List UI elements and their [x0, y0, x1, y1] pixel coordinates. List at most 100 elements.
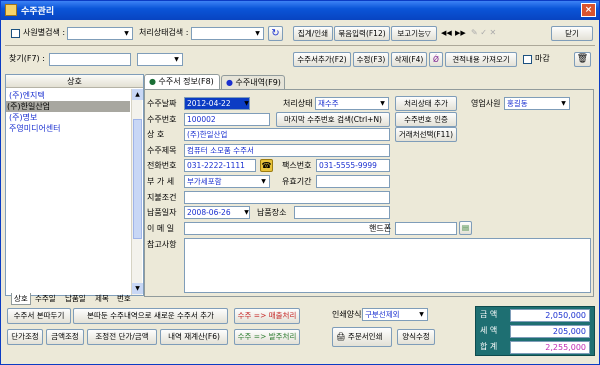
employee-search-select[interactable]: ▼ [67, 27, 133, 40]
select-client-button[interactable]: 거래처선택(F11) [395, 127, 457, 142]
phone-icon[interactable]: ☎ [260, 159, 273, 172]
sort-tab-company[interactable]: 상호 [11, 293, 31, 305]
status-value: 재수주 [318, 99, 339, 108]
order-to-sales-button[interactable]: 수주 => 매출처리 [234, 308, 300, 324]
status-search-select[interactable]: ▼ [191, 27, 264, 40]
fax-input[interactable]: 031-5555-9999 [316, 159, 390, 172]
list-item-selected[interactable]: (주)한일산업 [6, 101, 130, 112]
vat-select[interactable]: 부가세포함 ▼ [184, 175, 270, 188]
status-search-label: 처리상태검색 : [139, 28, 189, 37]
chevron-down-icon: ▼ [419, 311, 424, 318]
quote-icon[interactable]: Ǿ [429, 52, 443, 67]
new-from-copied-order-button[interactable]: 본따둔 수주내역으로 새로운 수주서 추가 [73, 308, 228, 324]
notes-label: 참고사항 [147, 240, 177, 249]
calendar-dropdown-icon[interactable]: ▼ [242, 99, 251, 108]
title-bar: 수주관리 × [1, 1, 599, 20]
tab-order-info[interactable]: ● 수주서 정보(F8) [144, 74, 220, 89]
payment-input[interactable] [184, 191, 390, 204]
unit-price-adjust-button[interactable]: 단가조정 [7, 329, 43, 345]
print-style-select[interactable]: 구분선제외 ▼ [362, 308, 428, 321]
amount-value: 2,050,000 [510, 309, 590, 322]
delete-button[interactable]: 삭제(F4) [391, 52, 427, 67]
tab-order-details[interactable]: ● 수주내역(F9) [221, 75, 285, 89]
amount-adjust-button[interactable]: 금액조정 [46, 329, 84, 345]
sort-tab-number[interactable]: 번호 [115, 293, 133, 304]
order-to-purchase-button[interactable]: 수주 => 발주처리 [234, 329, 300, 345]
print-style-label: 인쇄양식 [332, 310, 362, 319]
sort-tab-title[interactable]: 제목 [93, 293, 111, 304]
edit-style-button[interactable]: 양식수정 [397, 329, 435, 345]
employee-search-label: 사원별검색 : [23, 28, 66, 37]
tab-order-details-label: 수주내역(F9) [235, 78, 281, 87]
tab-icon: ● [226, 78, 233, 87]
order-date-input[interactable]: 2012-04-22 [184, 97, 250, 110]
sales-rep-value: 홍길동 [507, 99, 528, 108]
report-menu-button[interactable]: 보고기능▽ [391, 26, 437, 41]
trash-icon[interactable]: 🗑 [574, 52, 591, 67]
close-button[interactable]: 닫기 [551, 26, 593, 41]
scroll-up-icon[interactable]: ▲ [132, 89, 143, 100]
notes-textarea[interactable] [184, 238, 591, 293]
company-input[interactable]: (주)한일산업 [184, 128, 390, 141]
email-input[interactable] [184, 222, 390, 235]
verify-order-button[interactable]: 수주번호 인증 [395, 112, 457, 127]
validity-input[interactable] [316, 175, 390, 188]
mobile-input[interactable] [395, 222, 457, 235]
list-scrollbar[interactable]: ▲ ▼ [131, 89, 143, 295]
refresh-icon[interactable]: ↻ [268, 26, 283, 41]
close-window-button[interactable]: × [581, 3, 596, 17]
address-book-icon[interactable]: ▤ [459, 221, 472, 235]
chevron-down-icon: ▼ [261, 178, 266, 185]
copy-order-button[interactable]: 수주서 본따두기 [7, 308, 71, 324]
employee-search-checkbox[interactable] [11, 29, 20, 38]
window-title: 수주관리 [21, 7, 55, 17]
status-select[interactable]: 재수주 ▼ [315, 97, 389, 110]
pre-adjust-price-button[interactable]: 조정전 단가/금액 [87, 329, 157, 345]
delivery-place-input[interactable] [294, 206, 390, 219]
sort-tab-order-date[interactable]: 수주일 [33, 293, 58, 304]
add-status-button[interactable]: 처리상태 추가 [395, 96, 457, 111]
deadline-checkbox[interactable] [523, 55, 532, 64]
sales-rep-select[interactable]: 홍길동 ▼ [504, 97, 570, 110]
sort-tab-delivery-date[interactable]: 납품일 [63, 293, 88, 304]
app-icon [5, 4, 17, 16]
recalculate-button[interactable]: 내역 재계산(F6) [160, 329, 228, 345]
email-label: 이 메 일 [147, 224, 175, 233]
list-item[interactable]: (주)엔지텍 [8, 90, 128, 101]
nav-last-icon[interactable]: ▶▶ [455, 27, 466, 39]
edit-button[interactable]: 수정(F3) [353, 52, 389, 67]
aggregate-print-button[interactable]: 집계/인쇄 [293, 26, 333, 41]
sum-label: 합 계 [480, 342, 498, 351]
totals-panel: 금 액 2,050,000 세 액 205,000 합 계 2,255,000 [475, 306, 595, 356]
chevron-down-icon: ▼ [255, 30, 260, 37]
list-item[interactable]: 주영미디어센터 [8, 123, 128, 134]
order-management-window: 수주관리 × 사원별검색 : ▼ 처리상태검색 : ▼ ↻ 집계/인쇄 묶음입력… [0, 0, 600, 365]
chevron-down-icon: ▼ [174, 56, 179, 63]
validity-label: 유효기간 [282, 177, 312, 186]
company-label: 상 호 [147, 130, 165, 139]
order-no-input[interactable]: 100002 [184, 113, 270, 126]
delivery-date-input[interactable]: 2008-06-26 [184, 206, 250, 219]
delivery-date-label: 납품일자 [147, 208, 177, 217]
bulk-input-button[interactable]: 묶음입력(F12) [334, 26, 390, 41]
order-date-label: 수주날짜 [147, 99, 177, 108]
find-field-select[interactable]: ▼ [137, 53, 183, 66]
add-order-button[interactable]: 수주서추가(F2) [293, 52, 351, 67]
phone-label: 전화번호 [147, 161, 177, 170]
phone-input[interactable]: 031-2222-1111 [184, 159, 256, 172]
import-quote-button[interactable]: 견적내용 가져오기 [445, 52, 517, 67]
calendar-dropdown-icon[interactable]: ▼ [242, 208, 251, 217]
toolbar-divider [5, 45, 595, 46]
list-item[interactable]: (주)명보 [8, 112, 128, 123]
print-order-button[interactable]: 🖨 주문서인쇄 [332, 327, 392, 347]
edit-disabled-icon: ✎ ✓ ✕ [471, 28, 497, 37]
last-order-search-button[interactable]: 마지막 수주번호 검색(Ctrl+N) [276, 112, 390, 127]
find-input[interactable] [49, 53, 131, 66]
payment-label: 지불조건 [147, 193, 177, 202]
scroll-thumb[interactable] [133, 119, 142, 239]
title-input[interactable]: 컴퓨터 소모품 수주서 [184, 144, 390, 157]
company-list[interactable]: 상호 (주)엔지텍 (주)한일산업 (주)명보 주영미디어센터 ▲ ▼ [5, 74, 144, 296]
list-sort-tabs: 상호 수주일 납품일 제목 번호 [5, 293, 144, 305]
nav-first-icon[interactable]: ◀◀ [441, 27, 452, 39]
list-header[interactable]: 상호 [6, 75, 143, 88]
